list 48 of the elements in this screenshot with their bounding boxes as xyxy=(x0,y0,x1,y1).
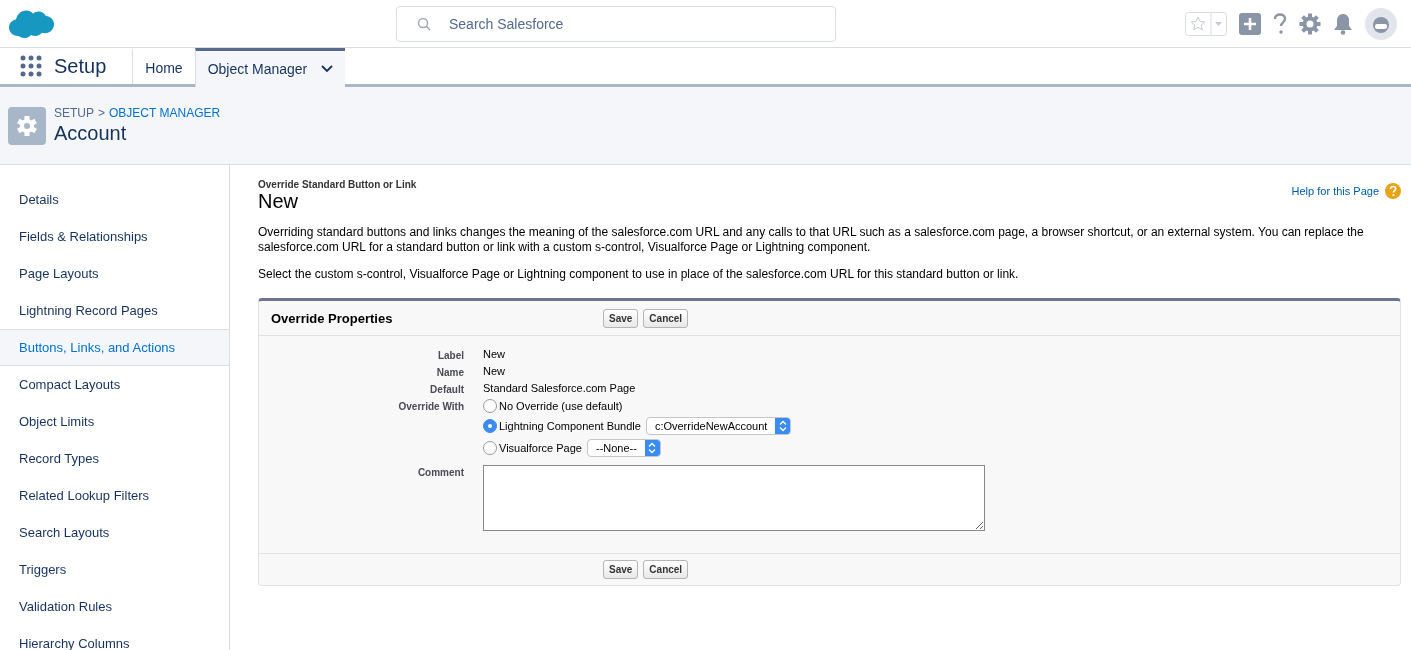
record-title: New xyxy=(258,190,299,213)
help-icon xyxy=(1385,183,1401,199)
select-dropdown[interactable]: c:OverrideNewAccount xyxy=(645,417,792,435)
field-label: Name xyxy=(435,366,464,378)
description-text: Overriding standard buttons and links changes the meaning of the salesforce.com URL and any calls to that URL such as a salesforce.com page, a browser shortcut, or an external system. You can replace the salesforce.com URL for a standard button or link with a custom s-control, Visualforce Page or Lightning component. xyxy=(258,225,1365,255)
updown-arrows-icon xyxy=(648,442,657,454)
select-dropdown[interactable]: --None-- xyxy=(586,439,661,457)
app-name: Setup xyxy=(53,53,108,79)
notification-bell-icon[interactable] xyxy=(1333,12,1353,35)
cancel-button[interactable]: Cancel xyxy=(643,560,689,579)
help-link[interactable]: Help for this Page xyxy=(1291,183,1401,199)
search-box[interactable]: Search Salesforce xyxy=(396,5,836,42)
settings-icon[interactable] xyxy=(1299,12,1321,35)
breadcrumb-link[interactable]: OBJECT MANAGER xyxy=(109,106,221,120)
breadcrumb-text: SETUP xyxy=(54,106,94,120)
field-value: Standard Salesforce.com Page xyxy=(483,382,637,395)
page-subtitle: Override Standard Button or Link xyxy=(258,179,417,190)
breadcrumb-separator: > xyxy=(98,106,106,120)
field-label: Override With xyxy=(397,400,464,414)
field-value: New xyxy=(483,348,506,361)
save-button[interactable]: Save xyxy=(603,560,639,579)
search-icon xyxy=(417,16,431,31)
field-label: Default xyxy=(429,383,464,395)
radio-button[interactable] xyxy=(483,441,497,455)
app-launcher-icon[interactable] xyxy=(20,55,42,77)
comment-field[interactable] xyxy=(483,465,985,531)
page-title: Account xyxy=(54,122,128,145)
plus-icon[interactable] xyxy=(1239,12,1261,35)
radio-label: Visualforce Page xyxy=(499,442,582,454)
field-value: New xyxy=(483,365,506,378)
cancel-button[interactable]: Cancel xyxy=(643,308,689,328)
radio-label: No Override (use default) xyxy=(499,400,623,412)
panel-title: Override Properties xyxy=(271,310,394,326)
chevron-down-icon[interactable] xyxy=(321,65,334,73)
setup-gear-icon xyxy=(8,106,46,145)
radio-label: Lightning Component Bundle xyxy=(499,420,641,432)
updown-arrows-icon xyxy=(778,420,787,432)
field-label: Label xyxy=(436,349,464,361)
description-text: Select the custom s-control, Visualforce Page or Lightning component to use in place of the salesforce.com URL for this standard button or link. xyxy=(258,267,1020,282)
user-avatar-icon[interactable] xyxy=(1365,7,1397,40)
help-icon[interactable] xyxy=(1273,12,1287,35)
field-label: Comment xyxy=(416,466,464,480)
sidebar-item[interactable]: Buttons, Links, and Actions xyxy=(0,329,229,366)
radio-button[interactable] xyxy=(483,399,497,413)
save-button[interactable]: Save xyxy=(603,308,639,328)
search-input[interactable]: Search Salesforce xyxy=(447,14,819,33)
radio-button[interactable] xyxy=(483,419,497,433)
nav-tab[interactable]: Object Manager xyxy=(194,48,346,87)
